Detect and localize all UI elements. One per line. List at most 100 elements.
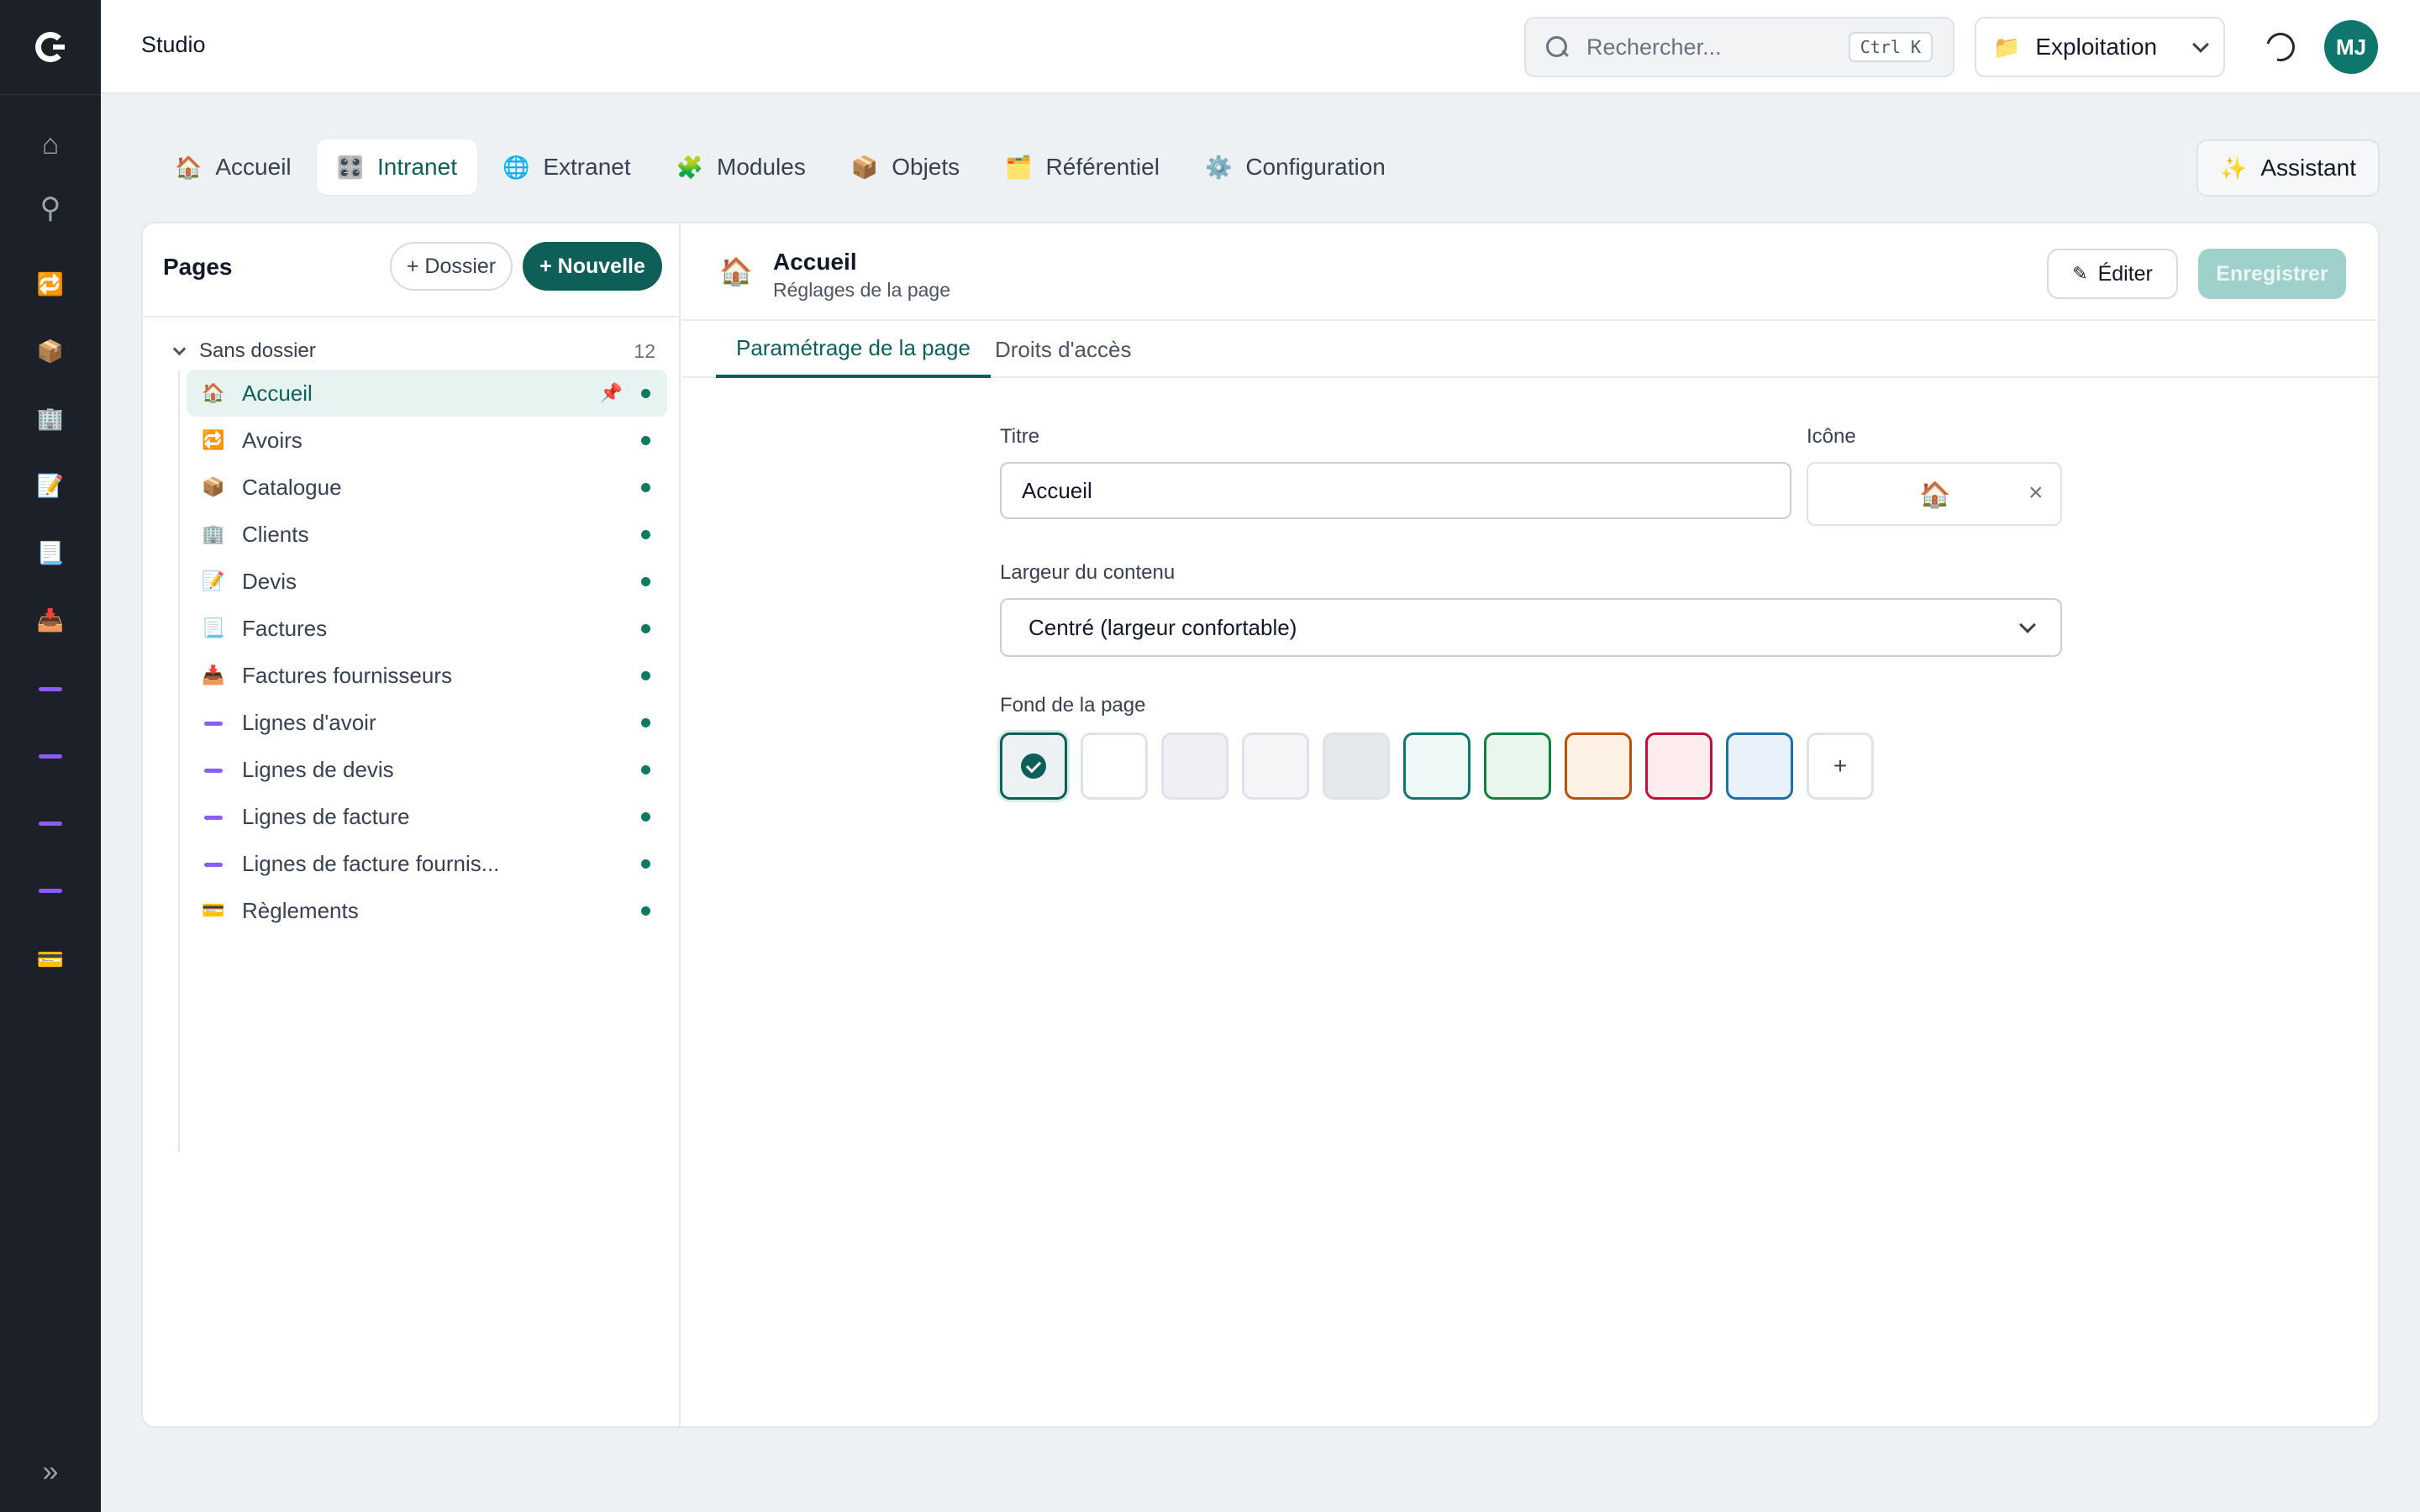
status-dot bbox=[641, 388, 650, 398]
list-item[interactable]: 📦 Catalogue bbox=[187, 464, 667, 511]
logo-mark-icon bbox=[35, 32, 66, 62]
folder-name: Sans dossier bbox=[199, 339, 316, 362]
background-swatch[interactable] bbox=[1565, 732, 1632, 800]
status-dot bbox=[641, 764, 650, 774]
moon-icon bbox=[2260, 27, 2301, 67]
tab-accueil[interactable]: 🏠 Accueil bbox=[155, 139, 312, 195]
rail-item-devis[interactable]: 📝 bbox=[25, 460, 76, 511]
assistant-label: Assistant bbox=[2260, 155, 2356, 181]
list-item[interactable]: Lignes de facture bbox=[187, 793, 667, 840]
tab-intranet[interactable]: 🎛️ Intranet bbox=[316, 139, 477, 195]
page-label: Factures fournisseurs bbox=[242, 662, 452, 688]
background-swatch[interactable] bbox=[1081, 732, 1148, 800]
content-width-select[interactable]: Centré (largeur confortable) bbox=[1000, 598, 2062, 657]
add-swatch-button[interactable]: + bbox=[1807, 732, 1874, 800]
rail-item-factures[interactable]: 📃 bbox=[25, 528, 76, 578]
background-swatch[interactable] bbox=[1000, 732, 1067, 800]
search-placeholder: Rechercher... bbox=[1586, 34, 1722, 60]
studio-logo[interactable] bbox=[0, 0, 101, 94]
rail-item-home[interactable]: ⌂ bbox=[25, 119, 76, 170]
sparkles-icon: ✨ bbox=[2220, 155, 2248, 181]
save-button[interactable]: Enregistrer bbox=[2198, 249, 2346, 299]
background-swatch[interactable] bbox=[1403, 732, 1470, 800]
clear-icon-button[interactable]: × bbox=[2028, 479, 2044, 507]
rail-item-catalogue[interactable]: 📦 bbox=[25, 326, 76, 376]
rail-item-lignes-facture-fournisseur[interactable] bbox=[25, 865, 76, 916]
rail-item-reglements[interactable]: 💳 bbox=[25, 934, 76, 984]
list-item[interactable]: 💳 Règlements bbox=[187, 887, 667, 934]
page-title: Accueil bbox=[773, 249, 857, 275]
tab-label: Configuration bbox=[1245, 154, 1386, 180]
avoirs-icon: 🔁 bbox=[36, 270, 65, 297]
rail-divider bbox=[0, 94, 101, 95]
tab-label: Objets bbox=[892, 154, 960, 180]
tab-label: Intranet bbox=[377, 154, 457, 180]
dash-icon bbox=[39, 888, 62, 893]
list-item[interactable]: 📥 Factures fournisseurs bbox=[187, 652, 667, 699]
list-item[interactable]: 🏠 Accueil 📌 bbox=[187, 370, 667, 417]
background-swatch[interactable] bbox=[1484, 732, 1551, 800]
assistant-button[interactable]: ✨ Assistant bbox=[2196, 139, 2380, 197]
title-label: Titre bbox=[1000, 425, 1040, 448]
tab-referentiel[interactable]: 🗂️ Référentiel bbox=[985, 139, 1180, 195]
pin-icon[interactable]: 📌 bbox=[600, 382, 623, 404]
sidebar-header: Pages + Dossier + Nouvelle bbox=[143, 223, 681, 318]
workspace-selector[interactable]: 📁 Exploitation bbox=[1975, 17, 2225, 77]
dash-icon bbox=[39, 753, 62, 759]
rail-item-clients[interactable]: 🏢 bbox=[25, 393, 76, 444]
title-field[interactable]: Accueil bbox=[1000, 462, 1791, 519]
page-label: Lignes de facture fournis... bbox=[242, 850, 500, 876]
tab-label: Modules bbox=[717, 154, 806, 180]
page-label: Accueil bbox=[242, 380, 313, 406]
rail-item-lignes-avoir[interactable] bbox=[25, 664, 76, 714]
rail-item-search[interactable]: ⚲ bbox=[25, 183, 76, 234]
rail-item-avoirs[interactable]: 🔁 bbox=[25, 259, 76, 309]
tab-page-settings[interactable]: Paramétrage de la page bbox=[716, 321, 991, 378]
rail-item-lignes-facture[interactable] bbox=[25, 798, 76, 848]
tab-modules[interactable]: 🧩 Modules bbox=[656, 139, 826, 195]
expand-sidebar-icon[interactable]: » bbox=[25, 1446, 76, 1497]
tab-configuration[interactable]: ⚙️ Configuration bbox=[1185, 139, 1406, 195]
background-swatch[interactable] bbox=[1726, 732, 1793, 800]
tab-emoji-icon: ⚙️ bbox=[1204, 154, 1233, 180]
rail-item-factures-fournisseurs[interactable]: 📥 bbox=[25, 595, 76, 645]
list-item[interactable]: 📝 Devis bbox=[187, 558, 667, 605]
background-swatch[interactable] bbox=[1242, 732, 1309, 800]
avatar[interactable]: MJ bbox=[2324, 20, 2378, 74]
dash-icon bbox=[39, 821, 62, 826]
list-item[interactable]: 📃 Factures bbox=[187, 605, 667, 652]
page-label: Lignes d'avoir bbox=[242, 709, 376, 735]
background-swatch[interactable] bbox=[1645, 732, 1712, 800]
status-dot bbox=[641, 858, 650, 869]
tab-objets[interactable]: 📦 Objets bbox=[831, 139, 980, 195]
edit-button[interactable]: ✎ Éditer bbox=[2047, 249, 2178, 299]
status-dot bbox=[641, 482, 650, 492]
status-dot bbox=[641, 906, 650, 916]
rail-item-lignes-devis[interactable] bbox=[25, 731, 76, 781]
list-item[interactable]: 🔁 Avoirs bbox=[187, 417, 667, 464]
icon-picker[interactable]: 🏠 × bbox=[1807, 462, 2062, 526]
tab-emoji-icon: 🌐 bbox=[502, 154, 530, 180]
tab-access-rights[interactable]: Droits d'accès bbox=[985, 321, 1141, 378]
new-folder-button[interactable]: + Dossier bbox=[390, 242, 513, 291]
tab-extranet[interactable]: 🌐 Extranet bbox=[482, 139, 651, 195]
dash-icon bbox=[202, 853, 225, 874]
new-page-button[interactable]: + Nouvelle bbox=[523, 242, 662, 291]
page-subtitle: Réglages de la page bbox=[773, 279, 950, 301]
list-item[interactable]: 🏢 Clients bbox=[187, 511, 667, 558]
search-icon bbox=[1546, 36, 1568, 58]
search-input[interactable]: Rechercher... Ctrl K bbox=[1524, 17, 1954, 77]
tab-emoji-icon: 🎛️ bbox=[336, 154, 365, 180]
chevron-down-icon bbox=[2192, 36, 2209, 53]
list-item[interactable]: Lignes de devis bbox=[187, 746, 667, 793]
list-item[interactable]: Lignes de facture fournis... bbox=[187, 840, 667, 887]
status-dot bbox=[641, 670, 650, 680]
folder-group-header[interactable]: Sans dossier 12 bbox=[168, 334, 655, 368]
theme-toggle-button[interactable] bbox=[2255, 22, 2306, 72]
background-swatch[interactable] bbox=[1323, 732, 1390, 800]
app-title: Studio bbox=[141, 32, 206, 57]
factures-icon: 📃 bbox=[36, 539, 65, 565]
background-swatch[interactable] bbox=[1161, 732, 1228, 800]
list-item[interactable]: Lignes d'avoir bbox=[187, 699, 667, 746]
factures-fournisseurs-icon: 📥 bbox=[36, 606, 65, 633]
